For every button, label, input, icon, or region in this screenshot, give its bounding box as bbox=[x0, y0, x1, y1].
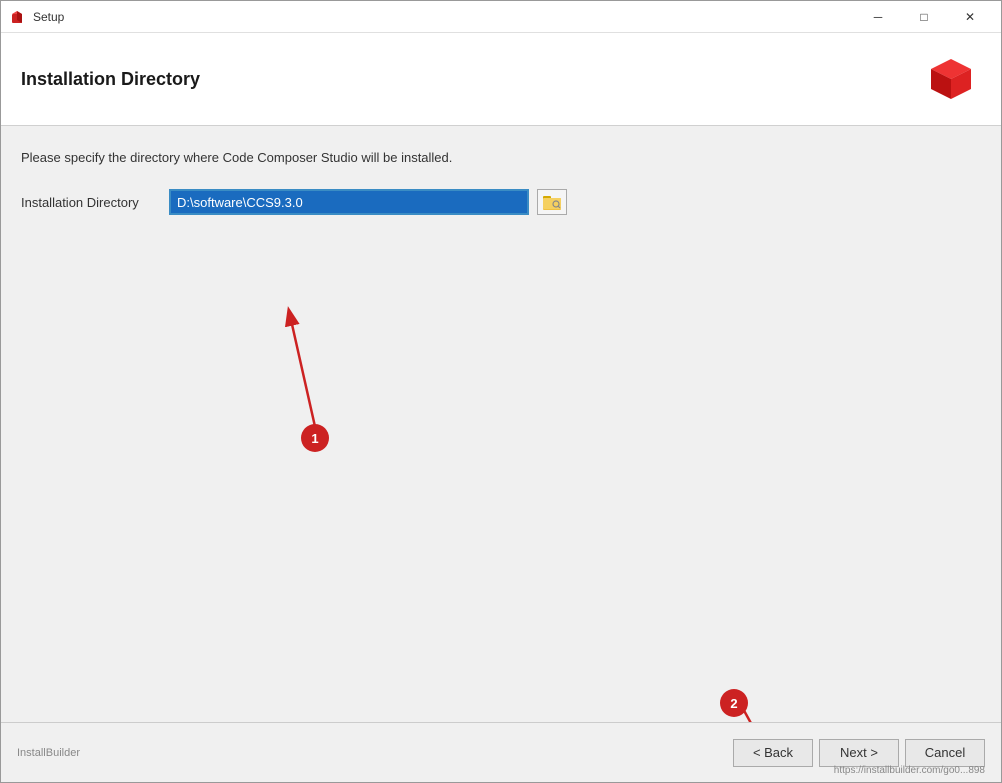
window-title: Setup bbox=[33, 10, 64, 24]
title-bar-left: Setup bbox=[9, 9, 64, 25]
back-button[interactable]: < Back bbox=[733, 739, 813, 767]
folder-icon bbox=[542, 193, 562, 211]
directory-input[interactable] bbox=[169, 189, 529, 215]
title-bar: Setup ─ □ ✕ bbox=[1, 1, 1001, 33]
annotation-badge-1: 1 bbox=[301, 424, 329, 452]
form-row: Installation Directory bbox=[21, 189, 981, 215]
page-title: Installation Directory bbox=[21, 69, 200, 90]
setup-window: Setup ─ □ ✕ Installation Directory Pleas… bbox=[0, 0, 1002, 783]
browse-button[interactable] bbox=[537, 189, 567, 215]
title-bar-controls: ─ □ ✕ bbox=[855, 1, 993, 33]
minimize-button[interactable]: ─ bbox=[855, 1, 901, 33]
description-text: Please specify the directory where Code … bbox=[21, 150, 981, 165]
annotation-arrows bbox=[1, 126, 1001, 722]
cancel-button[interactable]: Cancel bbox=[905, 739, 985, 767]
annotation-badge-2: 2 bbox=[720, 689, 748, 717]
footer-brand: InstallBuilder bbox=[17, 747, 80, 759]
header-section: Installation Directory bbox=[1, 33, 1001, 126]
next-button[interactable]: Next > bbox=[819, 739, 899, 767]
footer-buttons: < Back Next > Cancel bbox=[733, 739, 985, 767]
app-icon bbox=[9, 9, 25, 25]
close-button[interactable]: ✕ bbox=[947, 1, 993, 33]
footer-url: https://installbuilder.com/go0...898 bbox=[834, 765, 985, 776]
dir-label: Installation Directory bbox=[21, 195, 161, 210]
ccs-logo bbox=[921, 49, 981, 109]
maximize-button[interactable]: □ bbox=[901, 1, 947, 33]
main-content: Please specify the directory where Code … bbox=[1, 126, 1001, 722]
